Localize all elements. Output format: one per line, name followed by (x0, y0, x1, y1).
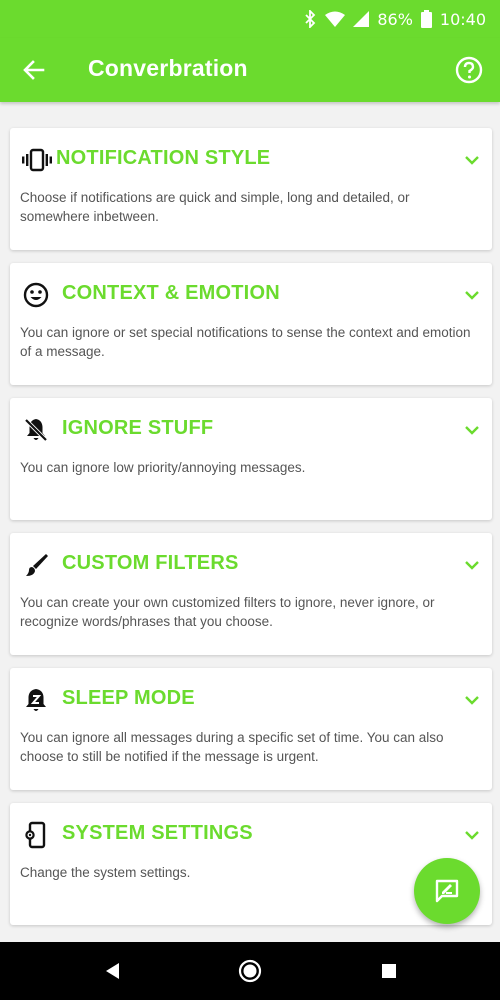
system-nav-bar (0, 942, 500, 1000)
card-description: You can ignore low priority/annoying mes… (20, 460, 306, 475)
nav-recents-button[interactable] (375, 957, 403, 985)
card-description: You can ignore or set special notificati… (20, 325, 471, 359)
chevron-down-icon[interactable] (462, 150, 482, 170)
battery-icon (420, 10, 432, 28)
back-triangle-icon (106, 963, 119, 979)
card-description: Choose if notifications are quick and si… (20, 190, 410, 224)
back-button[interactable] (20, 56, 48, 84)
status-bar: 86% 10:40 (0, 0, 500, 38)
chevron-down-icon[interactable] (462, 555, 482, 575)
settings-list: NOTIFICATION STYLE Choose if notificatio… (0, 102, 500, 942)
help-button[interactable] (454, 55, 484, 85)
signal-icon (353, 11, 370, 27)
card-description: You can ignore all messages during a spe… (20, 730, 444, 764)
card-ignore-stuff[interactable]: IGNORE STUFF You can ignore low priority… (10, 398, 492, 520)
feedback-button[interactable] (414, 858, 480, 924)
card-title: SLEEP MODE (62, 687, 195, 709)
chevron-down-icon[interactable] (462, 825, 482, 845)
wifi-icon (325, 11, 346, 27)
card-context-emotion[interactable]: CONTEXT & EMOTION You can ignore or set … (10, 263, 492, 385)
app-title: Converbration (88, 55, 248, 81)
card-description: Change the system settings. (20, 865, 191, 880)
card-description: You can create your own customized filte… (20, 595, 435, 629)
status-icons: 86% 10:40 (303, 0, 486, 38)
card-title: SYSTEM SETTINGS (62, 822, 253, 844)
phone-settings-icon (22, 821, 50, 849)
chevron-down-icon[interactable] (462, 285, 482, 305)
nav-home-button[interactable] (236, 957, 264, 985)
card-sleep-mode[interactable]: SLEEP MODE You can ignore all messages d… (10, 668, 492, 790)
help-circle-icon (455, 56, 483, 84)
bell-sleep-icon (22, 686, 50, 714)
chevron-down-icon[interactable] (462, 690, 482, 710)
chevron-down-icon[interactable] (462, 420, 482, 440)
battery-percent: 86% (377, 9, 413, 29)
card-notification-style[interactable]: NOTIFICATION STYLE Choose if notificatio… (10, 128, 492, 250)
clock: 10:40 (439, 9, 486, 29)
app-bar: Converbration (0, 38, 500, 102)
nav-back-button[interactable] (99, 957, 127, 985)
arrow-left-icon (23, 60, 45, 80)
vibration-icon (22, 146, 52, 174)
card-title: CONTEXT & EMOTION (62, 282, 280, 304)
smiley-icon (22, 281, 50, 309)
card-title: CUSTOM FILTERS (62, 552, 239, 574)
bell-off-icon (22, 416, 50, 444)
home-circle-icon (238, 959, 262, 983)
recents-square-icon (382, 964, 396, 978)
bluetooth-icon (303, 10, 317, 28)
card-title: IGNORE STUFF (62, 417, 214, 439)
card-title: NOTIFICATION STYLE (56, 147, 271, 169)
card-custom-filters[interactable]: CUSTOM FILTERS You can create your own c… (10, 533, 492, 655)
feedback-icon (435, 879, 459, 903)
brush-icon (22, 551, 50, 579)
